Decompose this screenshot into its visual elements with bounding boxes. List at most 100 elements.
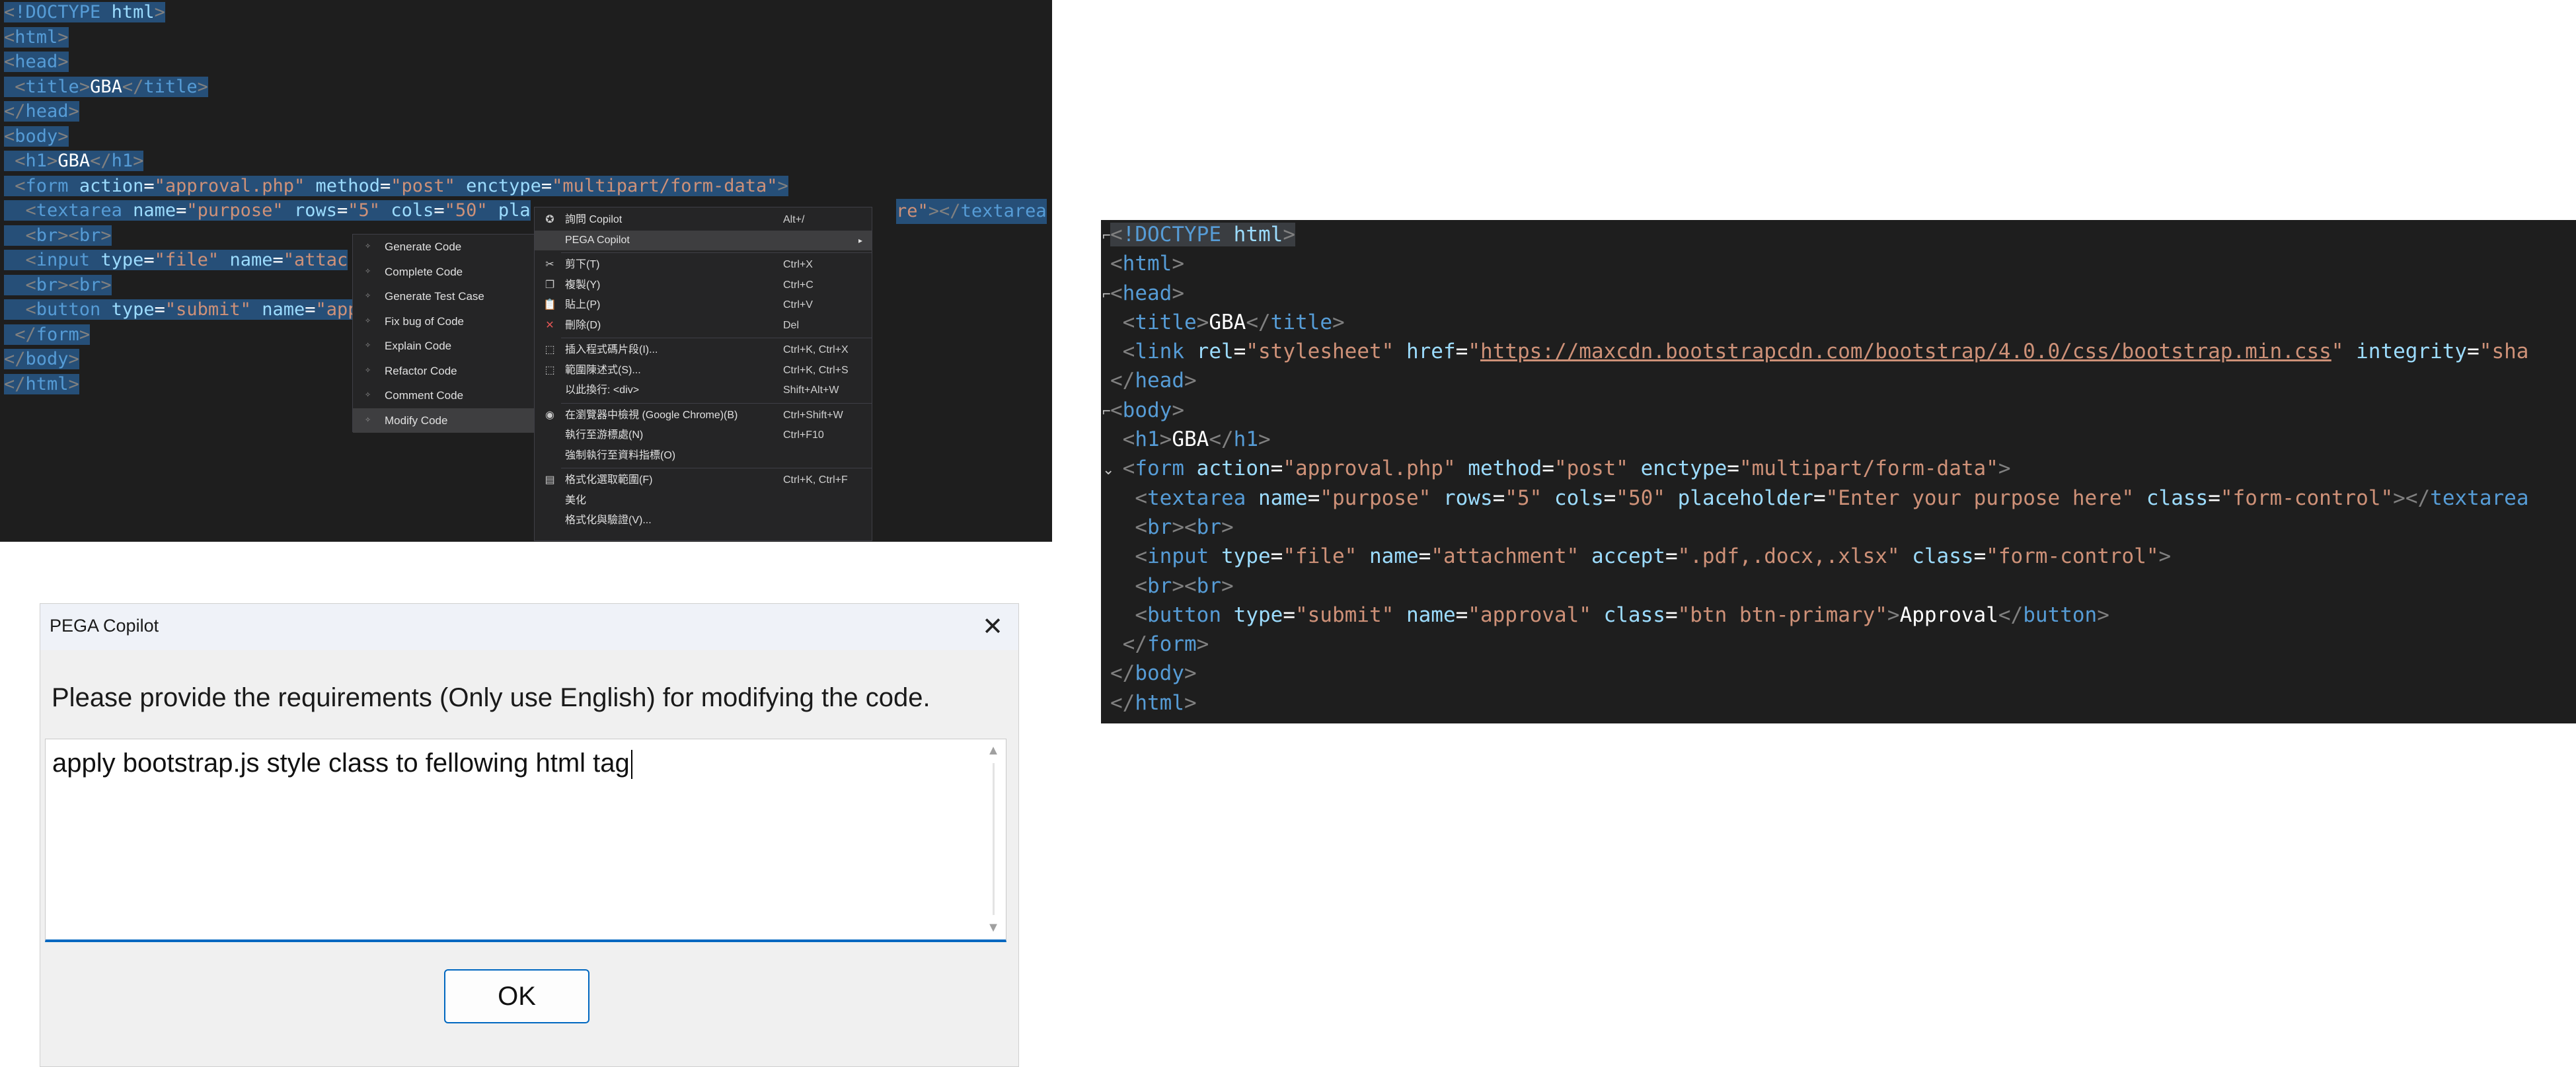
submenu-item-generate-code[interactable]: ✧ Generate Code xyxy=(353,235,536,260)
scroll-down-icon[interactable]: ▼ xyxy=(985,920,1002,936)
code-line[interactable]: </head> xyxy=(4,99,788,124)
code-line[interactable]: <br><br> xyxy=(1110,513,2528,542)
code-text-modified[interactable]: <!DOCTYPE html> <html> <head> <title>GBA</… xyxy=(1110,220,2528,717)
code-line[interactable]: </html> xyxy=(1110,688,2528,717)
code-line[interactable]: </head> xyxy=(1110,366,2528,395)
code-token: br xyxy=(36,274,58,295)
shortcut-text: Ctrl+C xyxy=(783,279,814,291)
code-line[interactable]: <body> xyxy=(4,124,788,149)
context-menu-item-label: 貼上(P) xyxy=(565,299,601,311)
code-token: = xyxy=(305,299,316,320)
code-token: br xyxy=(1196,515,1221,539)
code-token: > xyxy=(1172,398,1184,422)
sparkle-icon: ✧ xyxy=(365,267,371,276)
code-line[interactable]: <link rel="stylesheet" href="https://max… xyxy=(1110,337,2529,366)
context-menu-item[interactable]: 📋 貼上(P) Ctrl+V xyxy=(535,295,872,316)
context-menu-item-label: 範圍陳述式(S)... xyxy=(565,364,641,376)
code-token: </ xyxy=(1122,632,1147,657)
context-menu-item[interactable]: ✂ 剪下(T) Ctrl+X xyxy=(535,255,872,276)
scroll-up-icon[interactable]: ▲ xyxy=(985,743,1002,758)
context-menu-item[interactable]: ▤ 格式化選取範圍(F) Ctrl+K, Ctrl+F xyxy=(535,470,872,491)
code-line[interactable]: <html> xyxy=(1110,249,2528,278)
code-line[interactable]: <button type="submit" name="approval" cl… xyxy=(1110,601,2528,630)
submenu-item-generate-test-case[interactable]: ✧ Generate Test Case xyxy=(353,284,536,309)
code-line[interactable]: <form action="approval.php" method="post… xyxy=(1110,454,2528,483)
code-token: cols xyxy=(1554,486,1604,510)
code-token: < xyxy=(1122,457,1135,481)
code-line[interactable]: <body> xyxy=(1110,396,2528,425)
fold-marker-icon[interactable]: ⌐ xyxy=(1102,227,1111,244)
code-token: "purpose" xyxy=(186,200,284,221)
context-menu-item[interactable]: 強制執行至資料指標(O) xyxy=(535,446,872,466)
code-line[interactable]: <input type="file" name="attachment" acc… xyxy=(1110,542,2528,571)
code-token: "multipart/form-data" xyxy=(552,175,778,196)
code-token: "attachment" xyxy=(1431,544,1579,569)
context-menu-item-label: 格式化與驗證(V)... xyxy=(565,515,652,526)
code-token: "stylesheet" xyxy=(1246,340,1394,364)
code-token: button xyxy=(1147,603,1221,627)
code-token: GBA xyxy=(1209,310,1246,334)
fold-marker-icon[interactable]: ⌐ xyxy=(1102,285,1111,303)
context-menu-item[interactable]: ◉ 在瀏覽器中檢視 (Google Chrome)(B) Ctrl+Shift+W xyxy=(535,406,872,426)
code-token: "submit" xyxy=(165,299,251,320)
submenu-item-fix-bug-of-code[interactable]: ✧ Fix bug of Code xyxy=(353,309,536,334)
context-menu-item[interactable]: ❐ 複製(Y) Ctrl+C xyxy=(535,276,872,296)
code-line[interactable]: </form> xyxy=(1110,630,2528,659)
code-token: = xyxy=(541,175,552,196)
context-menu-item-label: 插入程式碼片段(I)... xyxy=(565,344,658,355)
context-menu-item[interactable]: ⬚ 插入程式碼片段(I)... Ctrl+K, Ctrl+X xyxy=(535,340,872,361)
requirements-textarea[interactable]: apply bootstrap.js style class to fellow… xyxy=(45,739,1006,942)
code-token: !DOCTYPE xyxy=(15,2,101,22)
fold-marker-icon[interactable]: ⌐ xyxy=(1102,402,1111,420)
ok-button[interactable]: OK xyxy=(444,969,589,1023)
submenu-item-refactor-code[interactable]: ✧ Refactor Code xyxy=(353,359,536,384)
code-line[interactable]: </body> xyxy=(1110,659,2528,688)
close-icon[interactable]: ✕ xyxy=(976,610,1009,644)
code-line[interactable]: <title>GBA</title> xyxy=(1110,308,2528,337)
code-token: = xyxy=(176,200,187,221)
code-line[interactable]: <html> xyxy=(4,25,788,50)
code-editor-modified[interactable]: ⌐ ⌐ ⌐ ⌄ <!DOCTYPE html> <html> <head> <tit… xyxy=(1101,220,2576,723)
code-token: > xyxy=(68,101,79,122)
context-menu-item[interactable]: ⬚ 範圍陳述式(S)... Ctrl+K, Ctrl+S xyxy=(535,361,872,381)
submenu-item-explain-code[interactable]: ✧ Explain Code xyxy=(353,334,536,359)
context-menu-item[interactable]: 格式化與驗證(V)... xyxy=(535,511,872,531)
requirements-input-value[interactable]: apply bootstrap.js style class to fellow… xyxy=(52,749,632,779)
code-token: "approval.php" xyxy=(1283,457,1456,481)
code-token: type xyxy=(1221,544,1271,569)
context-menu-item[interactable]: PEGA Copilot ▸ xyxy=(535,230,872,250)
code-line[interactable]: <head> xyxy=(4,50,788,75)
code-token: < xyxy=(4,2,15,22)
code-token: > xyxy=(2158,544,2172,569)
context-menu-item[interactable]: 以此換行: <div> Shift+Alt+W xyxy=(535,381,872,401)
code-line[interactable]: <!DOCTYPE html> xyxy=(1110,220,2528,249)
submenu-item-modify-code[interactable]: ✧ Modify Code xyxy=(353,408,536,433)
scrollbar-track[interactable] xyxy=(993,763,995,915)
code-token: ".pdf,.docx,.xlsx" xyxy=(1677,544,1900,569)
code-line[interactable]: <br><br> xyxy=(1110,571,2528,601)
context-menu-item[interactable]: 美化 xyxy=(535,491,872,511)
context-menu-item[interactable]: ✕ 刪除(D) Del xyxy=(535,316,872,336)
submenu-item-comment-code[interactable]: ✧ Comment Code xyxy=(353,383,536,408)
code-line[interactable]: <h1>GBA</h1> xyxy=(1110,425,2528,454)
context-menu-item[interactable]: 執行至游標處(N) Ctrl+F10 xyxy=(535,425,872,446)
code-token: = xyxy=(2208,486,2220,510)
code-token: = xyxy=(1492,486,1505,510)
code-token: > xyxy=(100,225,112,246)
code-token: "50" xyxy=(1616,486,1665,510)
context-menu-item[interactable]: ✪ 詢問 Copilot Alt+/ xyxy=(535,210,872,231)
code-line[interactable]: <h1>GBA</h1> xyxy=(4,149,788,174)
submenu-item-complete-code[interactable]: ✧ Complete Code xyxy=(353,260,536,285)
code-token: > xyxy=(1332,310,1345,334)
code-line[interactable]: <head> xyxy=(1110,279,2528,308)
code-line[interactable]: <!DOCTYPE html> xyxy=(4,0,788,25)
code-line[interactable]: <form action="approval.php" method="post… xyxy=(4,174,788,199)
code-line[interactable]: <textarea name="purpose" rows="5" cols="… xyxy=(1110,484,2528,513)
code-line[interactable]: <title>GBA</title> xyxy=(4,75,788,100)
